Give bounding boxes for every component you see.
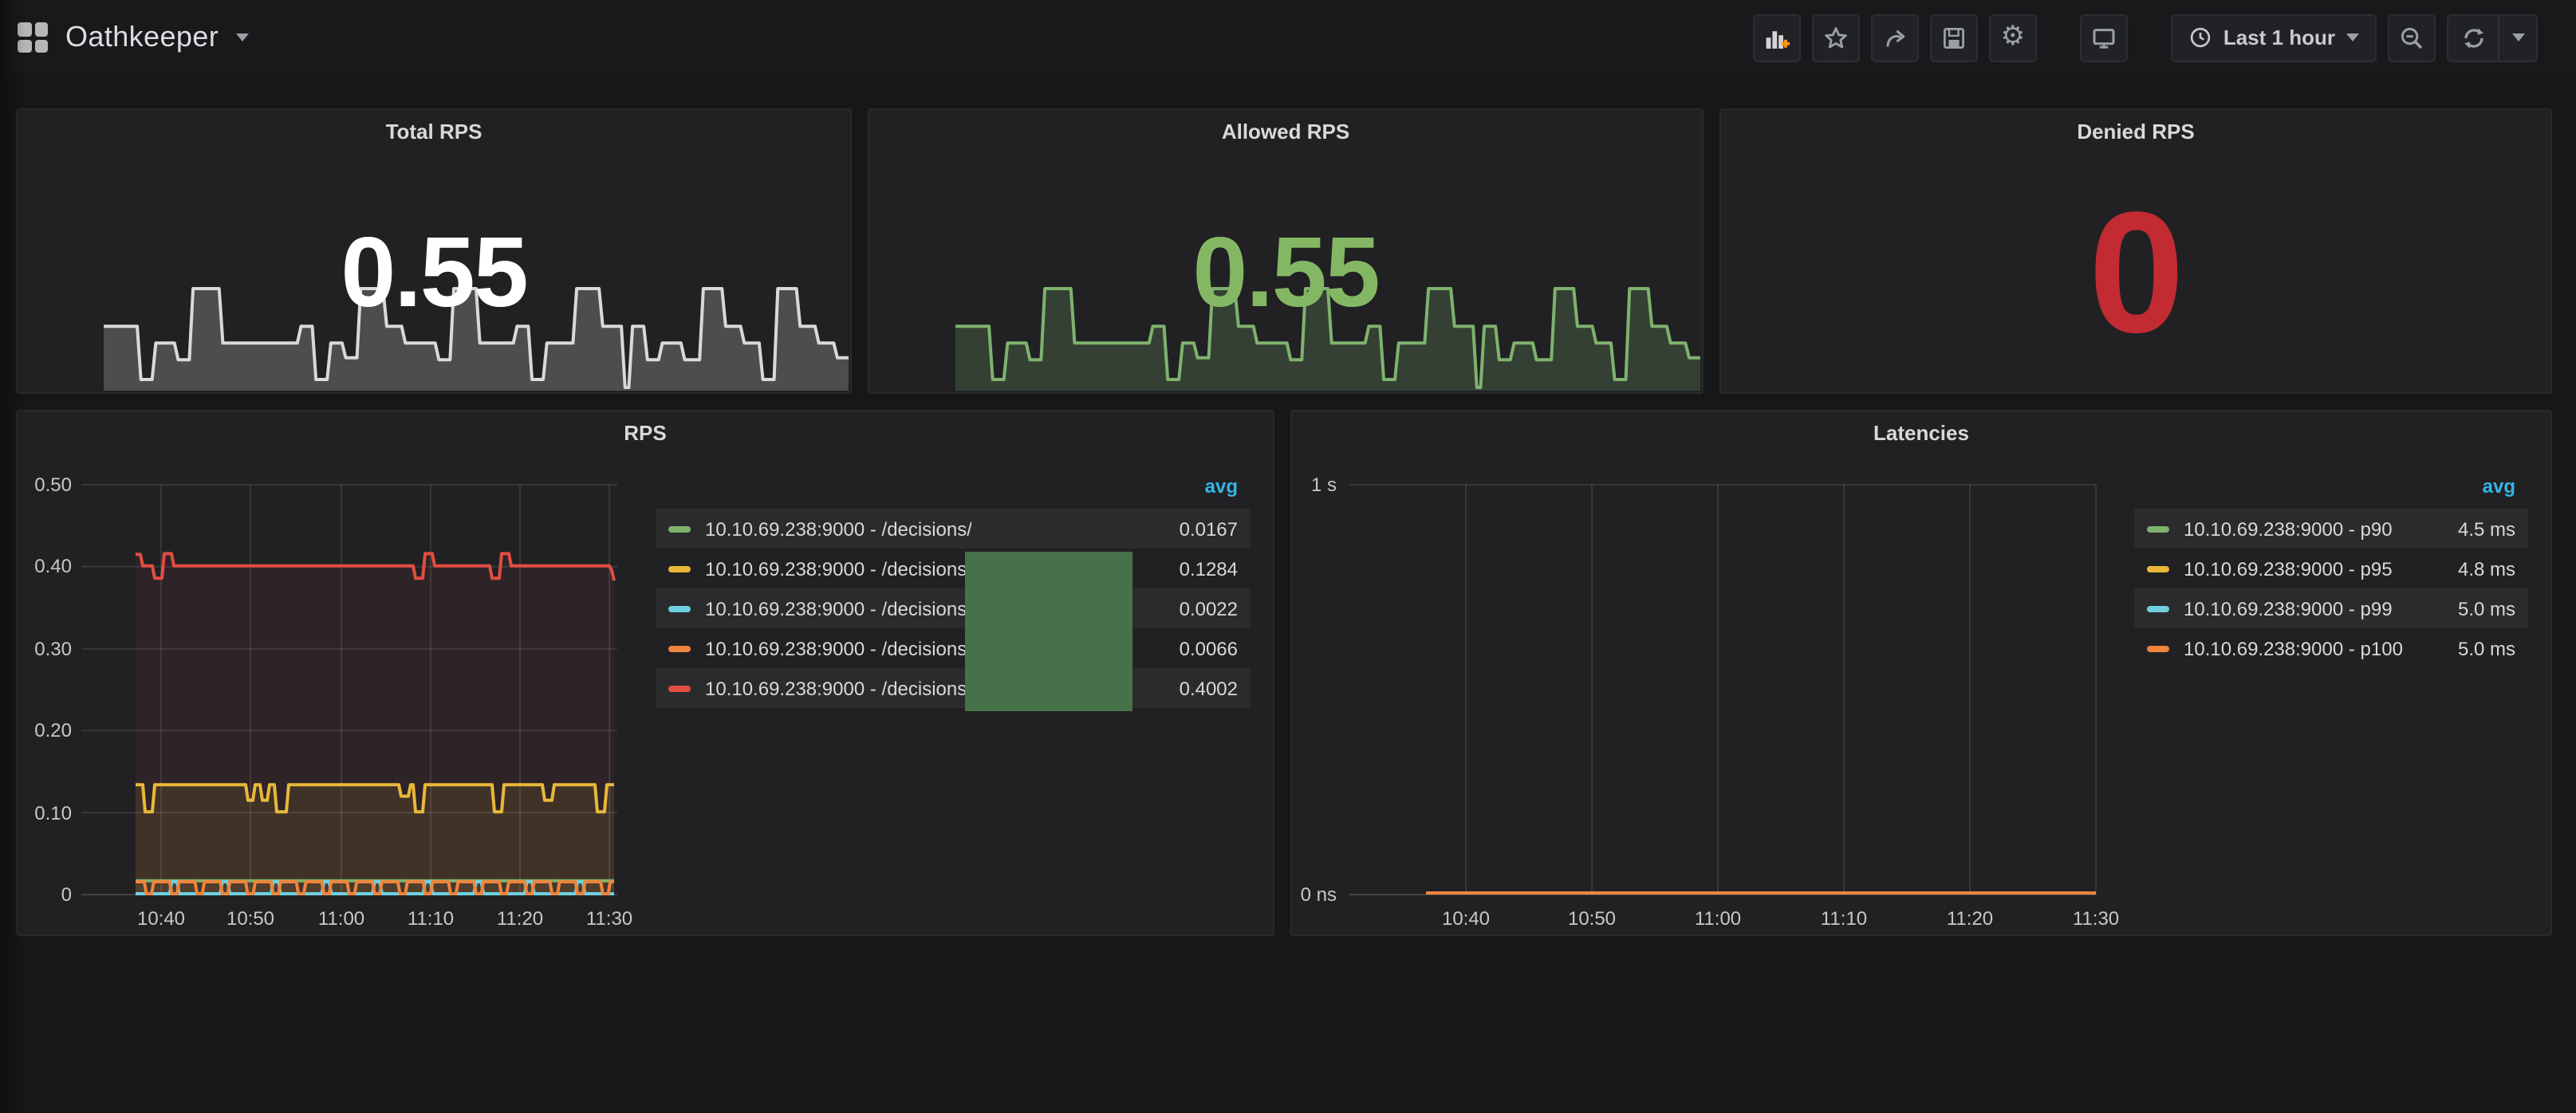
legend-series-label[interactable]: 10.10.69.238:9000 - p99 bbox=[2184, 597, 2393, 619]
legend-avg-header[interactable]: avg bbox=[2134, 475, 2528, 509]
panel-allowed-rps: Allowed RPS 0.55 bbox=[868, 108, 1704, 394]
panel-title[interactable]: Denied RPS bbox=[1721, 120, 2550, 144]
series-color-swatch[interactable] bbox=[668, 685, 691, 691]
legend-series-label[interactable]: 10.10.69.238:9000 - /decisions/ bbox=[705, 557, 972, 580]
refresh-button[interactable] bbox=[2448, 15, 2498, 60]
series-color-swatch[interactable] bbox=[2147, 565, 2169, 572]
floppy-save-icon bbox=[1941, 25, 1967, 50]
legend-series-label[interactable]: 10.10.69.238:9000 - /decisions/ bbox=[705, 677, 972, 699]
legend-series-label[interactable]: 10.10.69.238:9000 - p90 bbox=[2184, 517, 2393, 540]
legend-avg-value: 0.1284 bbox=[1164, 557, 1238, 580]
panel-latencies-graph: Latencies avg 10.10.69.238:9000 - p90 4.5… bbox=[1290, 410, 2552, 936]
chevron-down-icon bbox=[236, 33, 249, 41]
refresh-icon bbox=[2460, 25, 2486, 50]
legend-row[interactable]: 10.10.69.238:9000 - p95 4.8 ms bbox=[2134, 549, 2528, 588]
panel-total-rps: Total RPS 0.55 bbox=[16, 108, 852, 394]
legend: avg 10.10.69.238:9000 - /decisions/0.016… bbox=[656, 475, 1251, 708]
legend-row[interactable]: 10.10.69.238:9000 - p100 5.0 ms bbox=[2134, 628, 2528, 668]
legend-series-label[interactable]: 10.10.69.238:9000 - /decisions/ bbox=[705, 597, 972, 619]
grafana-dashboard: Oathkeeper bbox=[0, 0, 2576, 1113]
legend-series-label[interactable]: 10.10.69.238:9000 - p100 bbox=[2184, 637, 2403, 659]
legend-avg-value: 4.5 ms bbox=[2442, 517, 2515, 540]
star-icon bbox=[1823, 25, 1849, 50]
series-color-swatch[interactable] bbox=[2147, 645, 2169, 651]
green-overlay-rect bbox=[965, 552, 1132, 711]
legend-avg-value: 0.4002 bbox=[1164, 677, 1238, 699]
legend: avg 10.10.69.238:9000 - p904.5 ms10.10.6… bbox=[2134, 475, 2528, 668]
chevron-down-icon bbox=[2346, 33, 2359, 41]
legend-series-label[interactable]: 10.10.69.238:9000 - /decisions/ bbox=[705, 517, 972, 540]
save-dashboard-button[interactable] bbox=[1930, 14, 1978, 61]
dashboards-grid-icon[interactable] bbox=[18, 22, 48, 53]
legend-rows: 10.10.69.238:9000 - p904.5 ms10.10.69.23… bbox=[2134, 509, 2528, 668]
panel-denied-rps: Denied RPS 0 bbox=[1719, 108, 2552, 394]
stat-value: 0.55 bbox=[869, 225, 1702, 324]
legend-avg-value: 0.0167 bbox=[1164, 517, 1238, 540]
legend-row[interactable]: 10.10.69.238:9000 - p90 4.5 ms bbox=[2134, 509, 2528, 549]
series-color-swatch[interactable] bbox=[668, 645, 691, 651]
legend-series-label[interactable]: 10.10.69.238:9000 - /decisions/ bbox=[705, 637, 972, 659]
gear-icon: ⚙ bbox=[2001, 24, 2026, 51]
star-dashboard-button[interactable] bbox=[1812, 14, 1860, 61]
chevron-down-icon bbox=[2511, 33, 2524, 41]
stat-value: 0.55 bbox=[18, 225, 850, 324]
legend-row[interactable]: 10.10.69.238:9000 - /decisions/0.0022 bbox=[656, 588, 1251, 628]
zoom-out-time-button[interactable] bbox=[2388, 14, 2436, 61]
share-icon bbox=[1882, 25, 1908, 50]
share-dashboard-button[interactable] bbox=[1871, 14, 1919, 61]
panel-title[interactable]: Allowed RPS bbox=[869, 120, 1702, 144]
series-color-swatch[interactable] bbox=[668, 605, 691, 612]
time-range-label: Last 1 hour bbox=[2223, 26, 2335, 49]
refresh-interval-dropdown[interactable] bbox=[2498, 15, 2536, 60]
legend-avg-value: 0.0066 bbox=[1164, 637, 1238, 659]
panel-title[interactable]: RPS bbox=[18, 421, 1273, 445]
magnifier-minus-icon bbox=[2399, 25, 2424, 50]
legend-row[interactable]: 10.10.69.238:9000 - /decisions/0.0167 bbox=[656, 509, 1251, 549]
legend-avg-value: 5.0 ms bbox=[2442, 637, 2515, 659]
legend-row[interactable]: 10.10.69.238:9000 - /decisions/0.1284 bbox=[656, 549, 1251, 588]
legend-avg-value: 4.8 ms bbox=[2442, 557, 2515, 580]
legend-row[interactable]: 10.10.69.238:9000 - p99 5.0 ms bbox=[2134, 588, 2528, 628]
legend-rows: 10.10.69.238:9000 - /decisions/0.016710.… bbox=[656, 509, 1251, 708]
series-color-swatch[interactable] bbox=[668, 525, 691, 532]
stat-value: 0 bbox=[1721, 187, 2550, 359]
panel-title[interactable]: Latencies bbox=[1292, 421, 2550, 445]
refresh-button-group bbox=[2447, 14, 2538, 61]
add-panel-button[interactable] bbox=[1753, 14, 1801, 61]
legend-series-label[interactable]: 10.10.69.238:9000 - p95 bbox=[2184, 557, 2393, 580]
dashboard-settings-button[interactable]: ⚙ bbox=[1989, 14, 2037, 61]
tv-monitor-icon bbox=[2091, 25, 2117, 50]
dashboard-title-dropdown[interactable]: Oathkeeper bbox=[18, 21, 249, 54]
series-color-swatch[interactable] bbox=[668, 565, 691, 572]
legend-avg-value: 0.0022 bbox=[1164, 597, 1238, 619]
panel-title[interactable]: Total RPS bbox=[18, 120, 850, 144]
legend-avg-value: 5.0 ms bbox=[2442, 597, 2515, 619]
legend-row[interactable]: 10.10.69.238:9000 - /decisions/0.0066 bbox=[656, 628, 1251, 668]
legend-avg-header[interactable]: avg bbox=[656, 475, 1251, 509]
dashboard-title[interactable]: Oathkeeper bbox=[65, 21, 219, 54]
navbar: Oathkeeper bbox=[0, 0, 2576, 75]
clock-icon bbox=[2188, 26, 2212, 49]
bar-chart-plus-icon bbox=[1764, 25, 1790, 50]
legend-row[interactable]: 10.10.69.238:9000 - /decisions/0.4002 bbox=[656, 668, 1251, 708]
time-range-picker[interactable]: Last 1 hour bbox=[2171, 14, 2377, 61]
panel-rps-graph: RPS avg 10.10.69.238:9000 - /decisions/0… bbox=[16, 410, 1274, 936]
cycle-view-mode-button[interactable] bbox=[2080, 14, 2128, 61]
series-color-swatch[interactable] bbox=[2147, 525, 2169, 532]
series-color-swatch[interactable] bbox=[2147, 605, 2169, 612]
navbar-actions: ⚙ Last 1 hour bbox=[1753, 14, 2538, 61]
